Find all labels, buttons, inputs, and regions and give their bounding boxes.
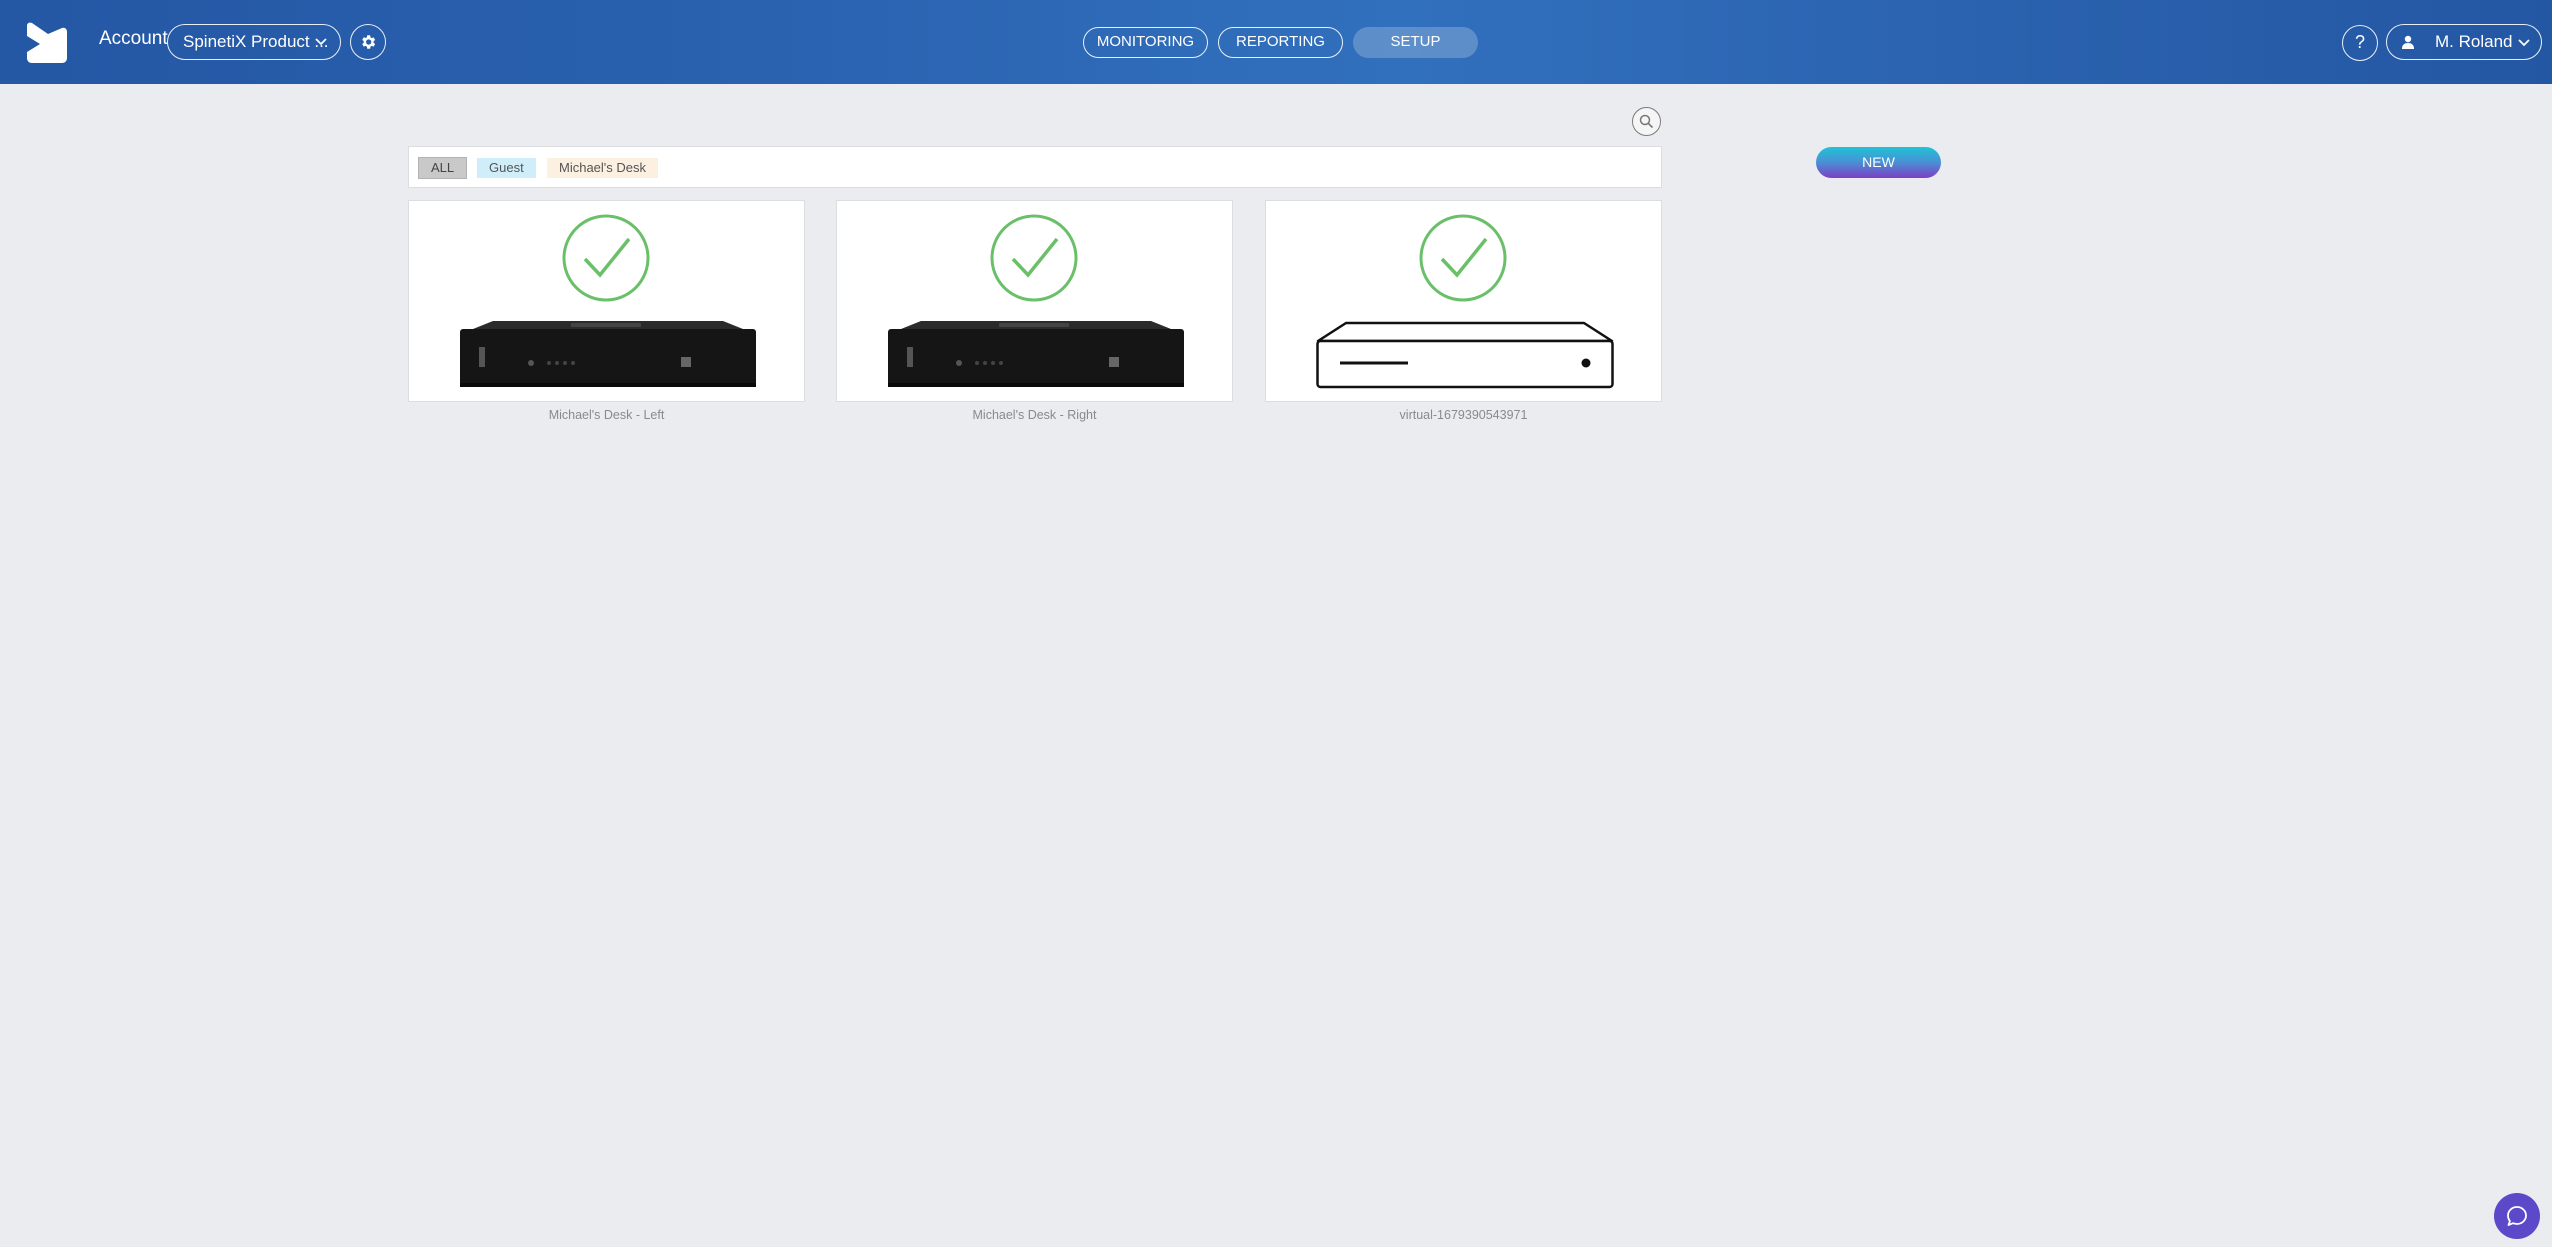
search-button[interactable] xyxy=(1632,107,1661,136)
status-ok-check-icon xyxy=(990,214,1078,302)
media-player-image xyxy=(460,321,756,387)
help-button[interactable]: ? xyxy=(2342,25,2378,61)
status-ok-check-icon xyxy=(1419,214,1507,302)
nav-monitoring[interactable]: MONITORING xyxy=(1083,27,1208,58)
status-ok-check-icon xyxy=(562,214,650,302)
nav-setup[interactable]: SETUP xyxy=(1353,27,1478,58)
account-select-value: SpinetiX Product ... xyxy=(183,32,329,51)
tag-filter-michaels-desk[interactable]: Michael's Desk xyxy=(547,158,659,178)
device-name[interactable]: virtual-1679390543971 xyxy=(1265,408,1662,422)
tag-filter-bar: ALL Guest Michael's Desk xyxy=(408,146,1662,188)
new-device-button[interactable]: NEW xyxy=(1816,147,1941,178)
tag-filter-all[interactable]: ALL xyxy=(418,157,468,179)
gear-icon xyxy=(362,35,376,49)
device-card[interactable] xyxy=(1265,200,1662,402)
chevron-down-icon xyxy=(2518,39,2530,47)
device-name[interactable]: Michael's Desk - Right xyxy=(836,408,1233,422)
account-select[interactable]: SpinetiX Product ... xyxy=(167,24,341,60)
chevron-down-icon xyxy=(315,38,327,46)
user-icon xyxy=(2402,35,2414,49)
account-settings-button[interactable] xyxy=(350,24,386,60)
device-card[interactable] xyxy=(836,200,1233,402)
device-card[interactable] xyxy=(408,200,805,402)
chat-support-button[interactable] xyxy=(2494,1193,2540,1239)
virtual-player-icon xyxy=(1316,321,1614,389)
device-name[interactable]: Michael's Desk - Left xyxy=(408,408,805,422)
spinetix-logo-icon[interactable] xyxy=(26,20,68,64)
chat-bubble-icon xyxy=(2507,1206,2527,1226)
tag-filter-guest[interactable]: Guest xyxy=(477,158,536,178)
account-label: Account xyxy=(99,28,168,49)
top-header: Account SpinetiX Product ... MONITORING … xyxy=(0,0,2552,84)
user-name: M. Roland xyxy=(2435,32,2513,51)
search-icon xyxy=(1639,114,1654,129)
nav-reporting[interactable]: REPORTING xyxy=(1218,27,1343,58)
media-player-image xyxy=(888,321,1184,387)
user-menu-button[interactable]: M. Roland xyxy=(2386,24,2542,60)
